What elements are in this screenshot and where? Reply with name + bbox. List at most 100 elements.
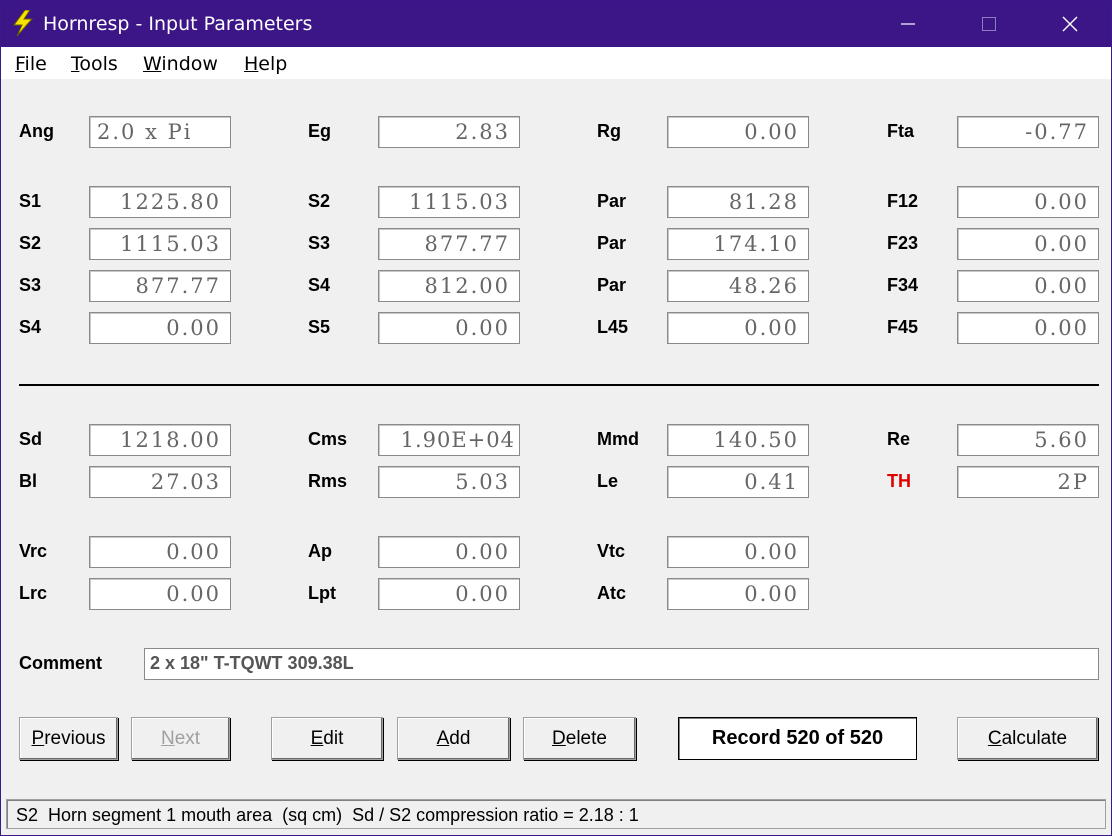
maximize-icon (982, 17, 996, 31)
label-mmd: Mmd (597, 429, 639, 449)
field-f23[interactable]: 0.00 (957, 228, 1099, 260)
field-par-3[interactable]: 48.26 (667, 270, 809, 302)
field-fta[interactable]: -0.77 (957, 116, 1099, 148)
field-cms[interactable]: 1.90E+04 (378, 424, 520, 456)
previous-accel: P (31, 727, 45, 749)
field-mmd[interactable]: 140.50 (667, 424, 809, 456)
field-par-1[interactable]: 81.28 (667, 186, 809, 218)
calculate-label: alculate (1001, 727, 1068, 749)
label-rms: Rms (308, 471, 348, 491)
minimize-button[interactable] (873, 1, 943, 47)
label-vrc: Vrc (19, 541, 48, 561)
label-s1: S1 (19, 191, 42, 211)
field-th[interactable]: 2P (957, 466, 1099, 498)
label-s5: S5 (308, 317, 331, 337)
field-re[interactable]: 5.60 (957, 424, 1099, 456)
maximize-button[interactable] (954, 1, 1024, 47)
previous-label: revious (44, 727, 106, 749)
comment-field[interactable]: 2 x 18" T-TQWT 309.38L (144, 648, 1099, 680)
label-ap: Ap (308, 541, 332, 561)
label-sd: Sd (19, 429, 43, 449)
menu-file[interactable]: File (15, 53, 47, 75)
field-f45[interactable]: 0.00 (957, 312, 1099, 344)
record-indicator: Record 520 of 520 (678, 717, 917, 760)
edit-label: dit (323, 727, 344, 749)
field-s3[interactable]: 877.77 (378, 228, 520, 260)
label-s3: S3 (308, 233, 331, 253)
field-l45[interactable]: 0.00 (667, 312, 809, 344)
field-vtc[interactable]: 0.00 (667, 536, 809, 568)
field-s2[interactable]: 1115.03 (378, 186, 520, 218)
label-s2: S2 (308, 191, 331, 211)
next-accel: N (160, 727, 175, 749)
field-ang[interactable]: 2.0 x Pi (89, 116, 231, 148)
field-f34[interactable]: 0.00 (957, 270, 1099, 302)
field-s4-seg4[interactable]: 0.00 (89, 312, 231, 344)
add-label: dd (449, 727, 471, 749)
label-comment: Comment (19, 653, 103, 673)
label-lpt: Lpt (308, 583, 336, 603)
field-bl[interactable]: 27.03 (89, 466, 231, 498)
menu-help[interactable]: Help (244, 53, 287, 75)
title-bar[interactable]: Hornresp - Input Parameters (1, 1, 1111, 47)
label-fta: Fta (887, 121, 914, 141)
field-sd[interactable]: 1218.00 (89, 424, 231, 456)
menu-file-label: ile (24, 53, 47, 75)
label-th[interactable]: TH (887, 471, 911, 492)
delete-accel: D (552, 727, 566, 749)
field-s1[interactable]: 1225.80 (89, 186, 231, 218)
menu-help-label: elp (258, 53, 288, 75)
label-re: Re (887, 429, 911, 449)
field-eg[interactable]: 2.83 (378, 116, 520, 148)
next-button[interactable]: Next (131, 717, 230, 760)
label-f45: F45 (887, 317, 919, 337)
field-le[interactable]: 0.41 (667, 466, 809, 498)
delete-button[interactable]: Delete (523, 717, 636, 760)
edit-accel: E (310, 727, 324, 749)
field-f12[interactable]: 0.00 (957, 186, 1099, 218)
label-bl: Bl (19, 471, 37, 491)
delete-label: elete (565, 727, 607, 749)
calculate-button[interactable]: Calculate (957, 717, 1098, 760)
status-bar: S2 Horn segment 1 mouth area (sq cm) Sd … (6, 799, 1106, 829)
menu-window[interactable]: Window (143, 53, 218, 75)
close-button[interactable] (1035, 1, 1105, 47)
field-atc[interactable]: 0.00 (667, 578, 809, 610)
field-s5[interactable]: 0.00 (378, 312, 520, 344)
label-par-1: Par (597, 191, 627, 211)
previous-button[interactable]: Previous (19, 717, 118, 760)
menu-tools-label: ools (79, 53, 118, 75)
window-title: Hornresp - Input Parameters (43, 13, 313, 35)
field-ap[interactable]: 0.00 (378, 536, 520, 568)
add-button[interactable]: Add (397, 717, 510, 760)
label-s3-seg3: S3 (19, 275, 42, 295)
label-le: Le (597, 471, 619, 491)
menu-tools[interactable]: Tools (71, 53, 118, 75)
label-atc: Atc (597, 583, 627, 603)
add-accel: A (436, 727, 450, 749)
field-par-2[interactable]: 174.10 (667, 228, 809, 260)
label-s4-seg4: S4 (19, 317, 42, 337)
field-lrc[interactable]: 0.00 (89, 578, 231, 610)
label-vtc: Vtc (597, 541, 626, 561)
label-f12: F12 (887, 191, 919, 211)
label-lrc: Lrc (19, 583, 48, 603)
field-s2-seg2[interactable]: 1115.03 (89, 228, 231, 260)
label-cms: Cms (308, 429, 348, 449)
field-lpt[interactable]: 0.00 (378, 578, 520, 610)
edit-button[interactable]: Edit (271, 717, 383, 760)
close-icon (1062, 16, 1078, 32)
menu-bar: File Tools Window Help (1, 47, 1111, 79)
field-s4[interactable]: 812.00 (378, 270, 520, 302)
field-s3-seg3[interactable]: 877.77 (89, 270, 231, 302)
field-rms[interactable]: 5.03 (378, 466, 520, 498)
field-rg[interactable]: 0.00 (667, 116, 809, 148)
label-par-3: Par (597, 275, 627, 295)
field-vrc[interactable]: 0.00 (89, 536, 231, 568)
label-f23: F23 (887, 233, 919, 253)
label-ang: Ang (19, 121, 54, 141)
label-par-2: Par (597, 233, 627, 253)
minimize-icon (901, 23, 915, 25)
calculate-accel: C (987, 727, 1002, 749)
next-label: ext (174, 727, 201, 749)
